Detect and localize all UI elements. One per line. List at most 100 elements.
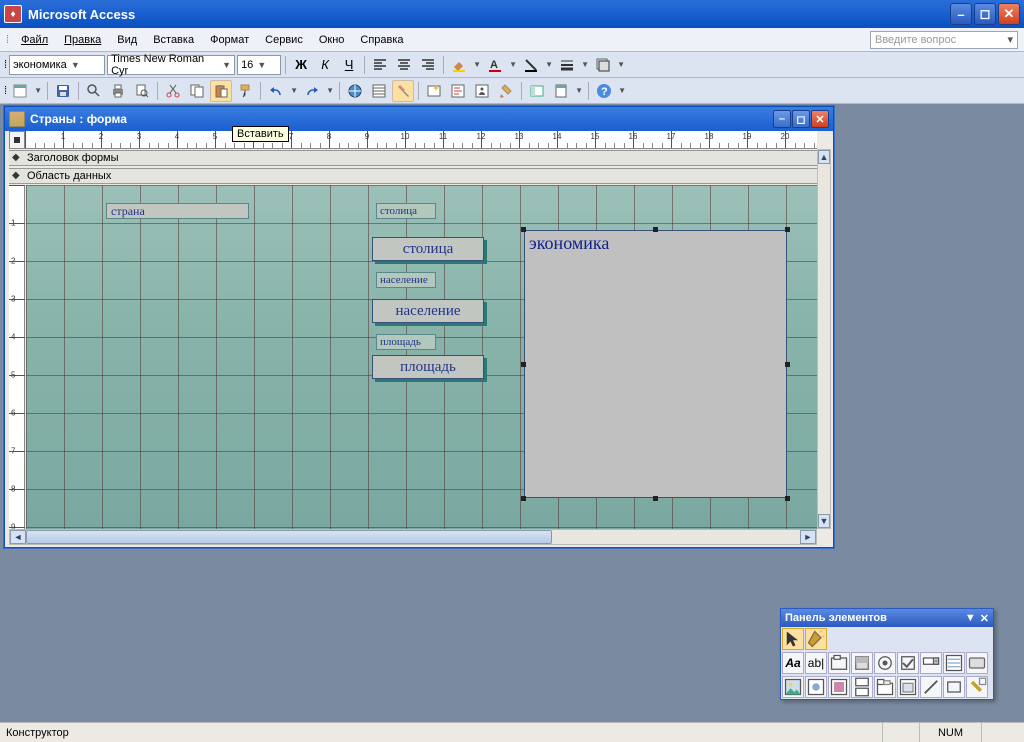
minimize-button[interactable]: –	[950, 3, 972, 25]
help-search-box[interactable]: Введите вопрос ▾	[870, 31, 1018, 49]
menu-format[interactable]: Формат	[202, 31, 257, 49]
italic-button[interactable]: К	[314, 54, 336, 76]
font-color-dropdown[interactable]: ▼	[508, 54, 518, 76]
insert-hyperlink-button[interactable]	[344, 80, 366, 102]
scroll-thumb[interactable]	[26, 530, 552, 544]
tool-unbound-object[interactable]	[805, 676, 827, 698]
label-area-small[interactable]: площадь	[376, 334, 436, 350]
fill-color-dropdown[interactable]: ▼	[472, 54, 482, 76]
tool-image[interactable]	[782, 676, 804, 698]
textbox-economy[interactable]: экономика	[524, 230, 787, 498]
selection-handle[interactable]	[521, 227, 526, 232]
scroll-left-button[interactable]: ◄	[10, 530, 26, 544]
bold-button[interactable]: Ж	[290, 54, 312, 76]
tool-command-button[interactable]	[966, 652, 988, 674]
label-capital-small[interactable]: столица	[376, 203, 436, 219]
copy-button[interactable]	[186, 80, 208, 102]
button-population[interactable]: население	[372, 299, 484, 323]
undo-dropdown[interactable]: ▼	[289, 80, 299, 102]
fill-color-button[interactable]	[448, 54, 470, 76]
button-capital[interactable]: столица	[372, 237, 484, 261]
autoformat-button[interactable]	[423, 80, 445, 102]
tool-combobox[interactable]	[920, 652, 942, 674]
button-area[interactable]: площадь	[372, 355, 484, 379]
tool-listbox[interactable]	[943, 652, 965, 674]
selection-handle[interactable]	[521, 362, 526, 367]
print-button[interactable]	[107, 80, 129, 102]
menu-service[interactable]: Сервис	[257, 31, 311, 49]
menu-file[interactable]: Файл	[13, 31, 56, 49]
scroll-track[interactable]	[26, 530, 800, 544]
menu-view[interactable]: Вид	[109, 31, 145, 49]
line-width-dropdown[interactable]: ▼	[580, 54, 590, 76]
tool-line[interactable]	[920, 676, 942, 698]
tool-subform[interactable]	[897, 676, 919, 698]
scroll-right-button[interactable]: ►	[800, 530, 816, 544]
redo-button[interactable]	[301, 80, 323, 102]
form-maximize-button[interactable]: ◻	[792, 110, 810, 128]
font-size-combo[interactable]: 16 ▼	[237, 55, 281, 75]
underline-button[interactable]: Ч	[338, 54, 360, 76]
save-button[interactable]	[52, 80, 74, 102]
menubar-grip-icon[interactable]: ⁞	[6, 34, 9, 46]
selection-handle[interactable]	[653, 496, 658, 501]
toolbox-button[interactable]	[392, 80, 414, 102]
tool-more-controls[interactable]	[966, 676, 988, 698]
code-button[interactable]	[447, 80, 469, 102]
align-right-button[interactable]	[417, 54, 439, 76]
special-effect-button[interactable]	[592, 54, 614, 76]
menu-help[interactable]: Справка	[352, 31, 411, 49]
view-button[interactable]	[9, 80, 31, 102]
line-color-button[interactable]	[520, 54, 542, 76]
section-header-detail[interactable]: ◆ Область данных	[9, 168, 817, 184]
toolbox-close-icon[interactable]: ✕	[980, 612, 989, 625]
line-color-dropdown[interactable]: ▼	[544, 54, 554, 76]
tool-bound-object[interactable]	[828, 676, 850, 698]
form-minimize-button[interactable]: –	[773, 110, 791, 128]
form-close-button[interactable]: ✕	[811, 110, 829, 128]
selection-handle[interactable]	[653, 227, 658, 232]
label-country[interactable]: страна	[106, 203, 249, 219]
align-left-button[interactable]	[369, 54, 391, 76]
redo-dropdown[interactable]: ▼	[325, 80, 335, 102]
new-object-dropdown[interactable]: ▼	[574, 80, 584, 102]
menu-insert[interactable]: Вставка	[145, 31, 202, 49]
object-selector-combo[interactable]: экономика ▼	[9, 55, 105, 75]
tool-select-objects[interactable]	[782, 628, 804, 650]
print-preview-button[interactable]	[131, 80, 153, 102]
label-population-small[interactable]: население	[376, 272, 436, 288]
toolbox-options-icon[interactable]: ▼	[965, 612, 976, 624]
align-center-button[interactable]	[393, 54, 415, 76]
toolbox-panel[interactable]: Панель элементов ▼ ✕ Aa ab|	[780, 608, 994, 700]
tool-rectangle[interactable]	[943, 676, 965, 698]
tool-label[interactable]: Aa	[782, 652, 804, 674]
line-width-button[interactable]	[556, 54, 578, 76]
font-color-button[interactable]: A	[484, 54, 506, 76]
build-button[interactable]	[495, 80, 517, 102]
toolbar-grip-icon[interactable]: ⁞	[4, 59, 7, 71]
search-button[interactable]	[83, 80, 105, 102]
tool-option-group[interactable]	[828, 652, 850, 674]
toolbox-titlebar[interactable]: Панель элементов ▼ ✕	[781, 609, 993, 627]
close-button[interactable]: ✕	[998, 3, 1020, 25]
toolbar-grip-icon[interactable]: ⁞	[4, 85, 7, 97]
database-window-button[interactable]	[526, 80, 548, 102]
field-list-button[interactable]	[368, 80, 390, 102]
form-design-surface[interactable]: страна столица столица население населен…	[26, 185, 817, 529]
form-selector[interactable]	[9, 131, 25, 149]
form-horizontal-scrollbar[interactable]: ◄ ►	[9, 529, 817, 545]
undo-button[interactable]	[265, 80, 287, 102]
tool-page-break[interactable]	[851, 676, 873, 698]
font-name-combo[interactable]: Times New Roman Cyr ▼	[107, 55, 235, 75]
tool-tab-control[interactable]	[874, 676, 896, 698]
scroll-down-button[interactable]: ▼	[818, 514, 830, 528]
selection-handle[interactable]	[785, 362, 790, 367]
section-header-form-header[interactable]: ◆ Заголовок формы	[9, 150, 817, 166]
help-button[interactable]: ?	[593, 80, 615, 102]
vertical-ruler[interactable]: 123456789	[9, 185, 25, 529]
scroll-up-button[interactable]: ▲	[818, 150, 830, 164]
new-object-button[interactable]	[550, 80, 572, 102]
form-vertical-scrollbar[interactable]: ▲ ▼	[817, 149, 831, 529]
tool-control-wizards[interactable]	[805, 628, 827, 650]
menu-window[interactable]: Окно	[311, 31, 353, 49]
